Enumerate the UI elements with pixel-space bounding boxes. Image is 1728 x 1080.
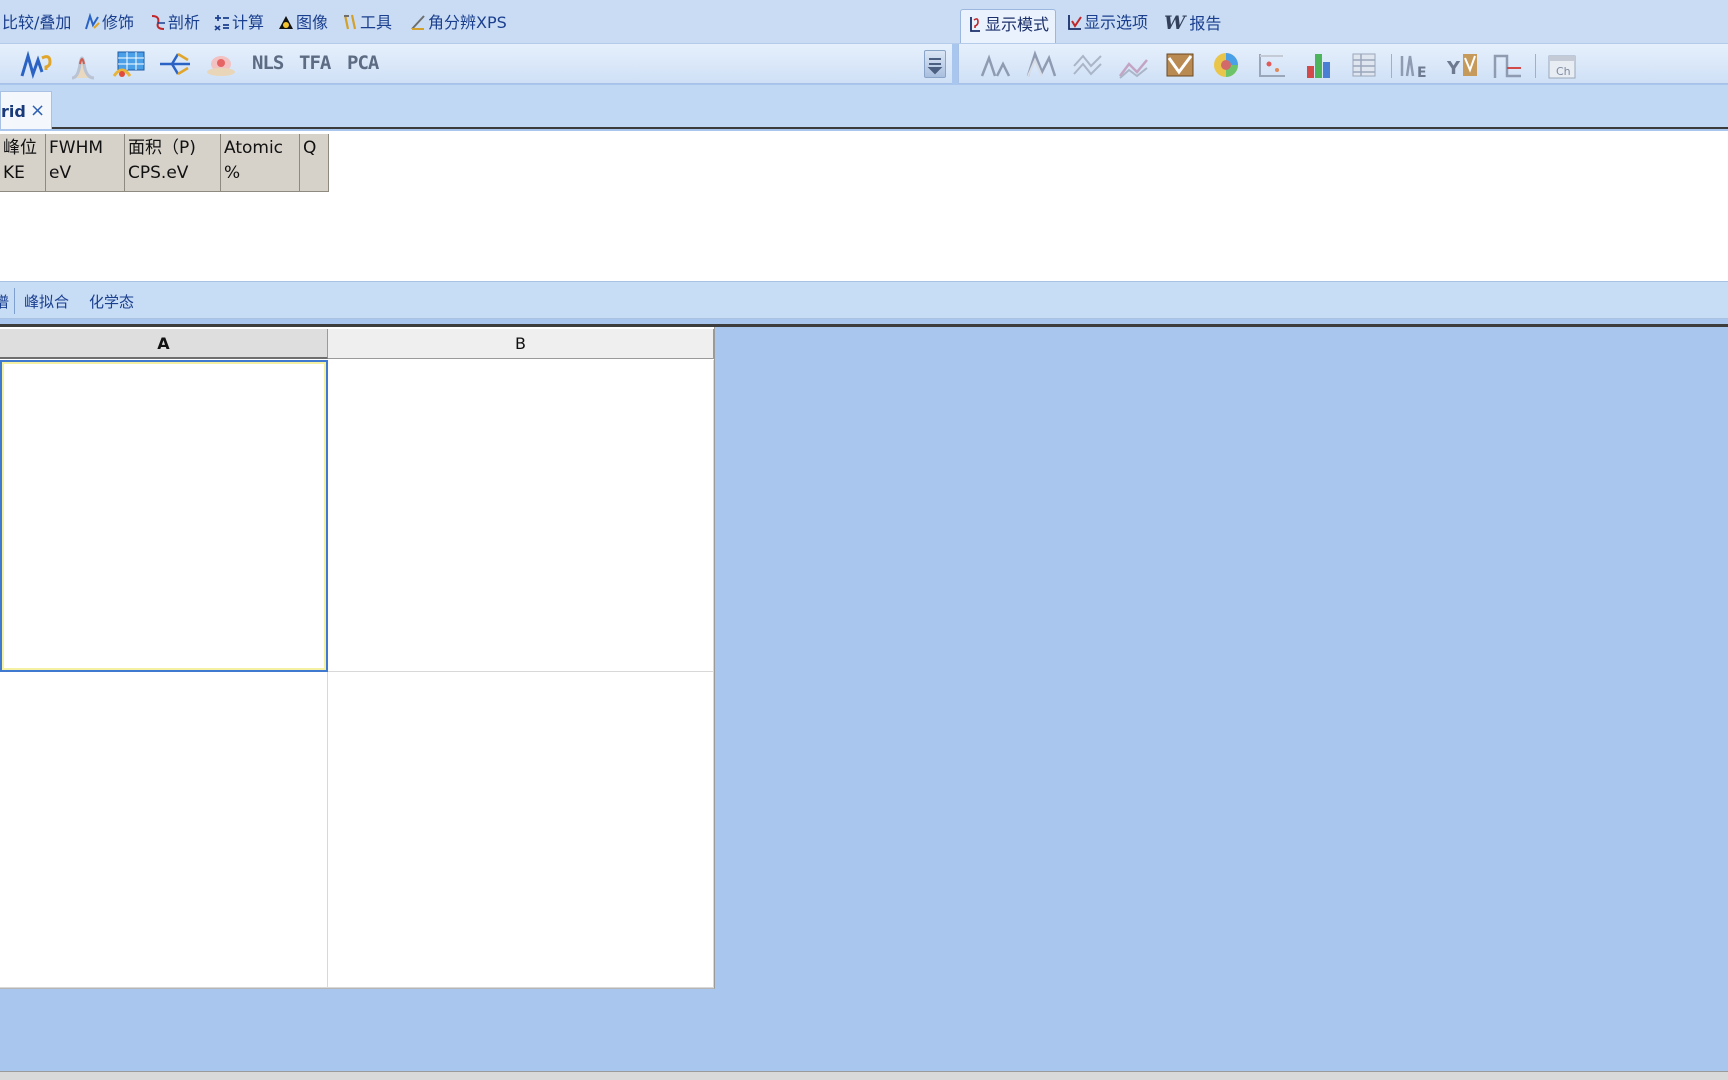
menu-label: 比较/叠加 — [2, 13, 72, 32]
menu-compare-overlay[interactable]: 比较/叠加 — [2, 11, 71, 35]
profile-icon — [151, 15, 165, 30]
document-tab[interactable]: rid × — [0, 91, 52, 129]
menu-profile[interactable]: 剖析 — [150, 11, 200, 35]
display-mode-icon — [970, 17, 980, 32]
grid-cell-b1[interactable] — [328, 360, 714, 672]
menu-label: 报告 — [1189, 14, 1222, 33]
tab-chemical-state[interactable]: 化学态 — [89, 291, 134, 312]
split-icon[interactable] — [158, 50, 192, 80]
peak-table-area: 峰位 KE FWHM eV 面积（P) CPS.eV Atomic % Q — [0, 131, 1728, 281]
peak-header-fwhm[interactable]: FWHM eV — [46, 134, 125, 192]
toolbar-display: E Y Ch — [958, 44, 1728, 84]
toolbar-separator — [1391, 54, 1392, 78]
menu-label: 剖析 — [168, 13, 201, 32]
header-line: 峰位 — [3, 138, 37, 158]
menu-tools[interactable]: 工具 — [342, 11, 392, 35]
column-header-a[interactable]: A — [0, 329, 328, 359]
step-icon[interactable] — [1491, 50, 1525, 80]
peak-header-position[interactable]: 峰位 KE — [0, 134, 46, 192]
grid-cell-a2[interactable] — [0, 672, 328, 988]
peak-header-q[interactable]: Q — [300, 134, 329, 192]
report-icon: W — [1164, 12, 1186, 34]
header-unit: KE — [3, 163, 25, 183]
scatter-icon[interactable] — [1255, 50, 1289, 80]
header-line: Q — [303, 138, 317, 158]
menu-label: 显示模式 — [985, 15, 1050, 34]
menu-calculate[interactable]: 计算 — [214, 11, 264, 35]
tab-spectrum[interactable]: 谱 — [0, 291, 9, 312]
blob-icon[interactable] — [204, 50, 238, 80]
peak-shape-icon[interactable] — [66, 50, 100, 80]
close-icon[interactable]: × — [30, 100, 45, 121]
menu-label: 工具 — [360, 13, 393, 32]
peak-header-area[interactable]: 面积（P) CPS.eV — [125, 134, 221, 192]
svg-text:Y: Y — [1446, 58, 1461, 79]
header-unit: eV — [49, 163, 72, 183]
toolbar-separator — [1535, 54, 1536, 78]
table-chart-icon[interactable] — [112, 50, 146, 80]
y-axis-icon[interactable]: Y — [1445, 50, 1479, 80]
header-line: 面积（P) — [128, 138, 196, 158]
menu-bar: 比较/叠加 修饰 剖析 计算 图像 工具 角分辨XPS 显示模式 显示选项 W报… — [0, 0, 1728, 44]
spectrum-line-icon[interactable] — [979, 50, 1013, 80]
pie-chart-icon[interactable] — [1209, 50, 1243, 80]
menu-label: 图像 — [296, 13, 329, 32]
spectrum-peaks-icon[interactable] — [1025, 50, 1059, 80]
pca-button[interactable]: PCA — [347, 52, 379, 74]
menu-label: 显示选项 — [1084, 13, 1149, 32]
table-icon[interactable] — [1347, 50, 1381, 80]
menu-display-mode[interactable]: 显示模式 — [960, 9, 1057, 43]
grid-cell-a1[interactable] — [0, 360, 328, 672]
calculate-icon — [214, 15, 229, 31]
angle-resolved-xps-icon — [411, 15, 425, 30]
document-tab-label: rid — [1, 102, 26, 121]
tfa-button[interactable]: TFA — [299, 52, 331, 74]
menu-angle-resolved-xps[interactable]: 角分辨XPS — [410, 11, 507, 35]
tools-icon — [343, 14, 357, 30]
menu-label: 修饰 — [102, 13, 135, 32]
status-bar — [0, 1071, 1728, 1080]
tab-divider — [14, 288, 15, 314]
header-unit: CPS.eV — [128, 163, 189, 183]
menu-image[interactable]: 图像 — [278, 11, 328, 35]
toolbar-analysis: NLS TFA PCA — [0, 44, 952, 84]
menu-label: 计算 — [232, 13, 265, 32]
svg-text:E: E — [1417, 65, 1427, 80]
image-icon — [279, 16, 293, 29]
peak-fit-icon[interactable] — [20, 50, 54, 80]
bar-chart-icon[interactable] — [1301, 50, 1335, 80]
grid-cell-b2[interactable] — [328, 672, 714, 988]
menu-modify[interactable]: 修饰 — [84, 11, 134, 35]
modify-icon — [85, 13, 100, 30]
peak-header-atomic[interactable]: Atomic % — [221, 134, 300, 192]
lower-tab-strip: 谱 峰拟合 化学态 — [0, 281, 1728, 319]
nls-button[interactable]: NLS — [252, 52, 284, 74]
svg-text:Ch: Ch — [1556, 65, 1571, 78]
menu-report[interactable]: W 报告 — [1164, 11, 1221, 35]
energy-icon[interactable]: E — [1399, 50, 1433, 80]
display-options-icon — [1068, 15, 1082, 30]
spectrum-stack-icon[interactable] — [1071, 50, 1105, 80]
menu-display-options[interactable]: 显示选项 — [1066, 11, 1148, 35]
header-unit: % — [224, 163, 241, 183]
header-line: Atomic — [224, 138, 284, 158]
chevron-down-icon — [927, 58, 943, 75]
chart-map-icon[interactable] — [1163, 50, 1197, 80]
toolbar-overflow-button[interactable] — [924, 50, 946, 78]
document-tab-strip: rid × — [0, 85, 1728, 129]
column-header-b[interactable]: B — [328, 329, 714, 359]
menu-label: 角分辨XPS — [428, 13, 507, 32]
data-grid: A B — [0, 327, 715, 989]
spectrum-overlay-icon[interactable] — [1117, 50, 1151, 80]
chart-window-icon[interactable]: Ch — [1545, 50, 1579, 80]
tab-peak-fit[interactable]: 峰拟合 — [24, 291, 69, 312]
header-line: FWHM — [49, 138, 104, 158]
